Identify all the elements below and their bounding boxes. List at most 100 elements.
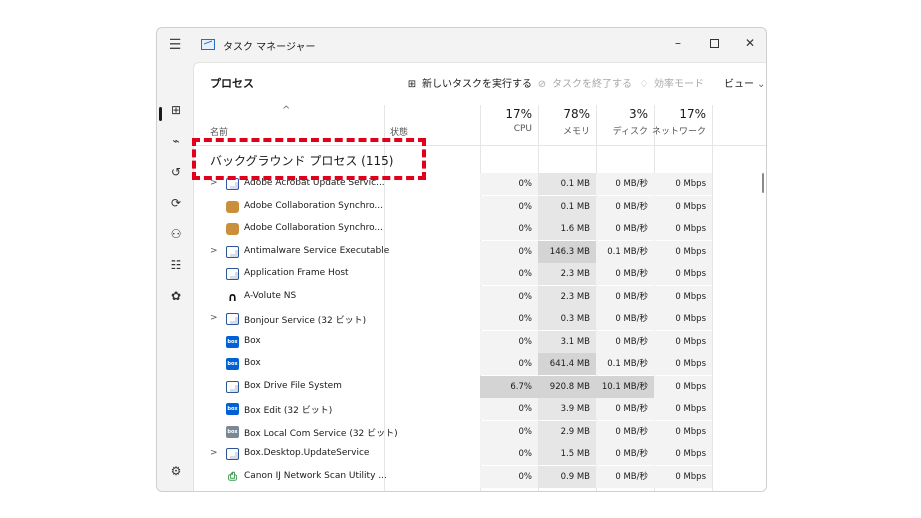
page-title: プロセス xyxy=(210,77,254,90)
expand-chevron-icon[interactable]: > xyxy=(210,246,220,256)
cpu-total[interactable]: 17% xyxy=(476,107,532,121)
table-row[interactable]: Box Drive File System 6.7% 920.8 MB 10.1 MB… xyxy=(194,375,766,398)
table-row[interactable]: > Antimalware Service Executable 0% 146.3 M… xyxy=(194,240,766,263)
cpu-cell: 0% xyxy=(480,398,538,420)
processes-icon[interactable]: ⊞ xyxy=(165,99,187,121)
app-history-icon[interactable]: ↺ xyxy=(165,161,187,183)
table-row[interactable]: box Box Edit (32 ビット) 0% 3.9 MB 0 MB/秒 0 Mbps xyxy=(194,398,766,420)
disk-cell: 0 MB/秒 xyxy=(596,285,654,308)
column-header-status[interactable]: 状態 xyxy=(390,125,408,138)
window-frame-icon xyxy=(226,313,239,325)
task-manager-app-icon xyxy=(201,39,215,50)
process-name: Bonjour Service (32 ビット) xyxy=(244,316,367,326)
disk-cell: 0 MB/秒 xyxy=(596,330,654,353)
highlight-annotation xyxy=(192,138,426,180)
process-name: Adobe Collaboration Synchro... xyxy=(244,223,383,233)
command-bar: プロセス ⊞ 新しいタスクを実行する ⊘ タスクを終了する ♢ 効率モード ビュー ⌄ xyxy=(194,63,766,95)
chevron-down-icon: ⌄ xyxy=(757,79,766,90)
process-name: Box xyxy=(244,335,261,346)
process-name: Box Edit (32 ビット) xyxy=(244,406,333,416)
disk-total[interactable]: 3% xyxy=(592,107,648,121)
disk-cell: 0 MB/秒 xyxy=(596,398,654,420)
process-name: Box Local Com Service (32 ビット) xyxy=(244,428,398,439)
new-task-button[interactable]: ⊞ 新しいタスクを実行する xyxy=(406,75,532,90)
window-frame-icon xyxy=(226,245,239,258)
efficiency-mode-label: 効率モード xyxy=(654,79,704,90)
network-cell: 0 Mbps xyxy=(654,420,712,443)
network-cell: 0 Mbps xyxy=(654,443,712,465)
avolute-icon: ∩ xyxy=(227,289,238,304)
window-title: タスク マネージャー xyxy=(223,42,316,53)
table-row[interactable]: > Bonjour Service (32 ビット) 0% 0.3 MB 0 MB/秒 0… xyxy=(194,308,766,330)
network-cell: 0 Mbps xyxy=(654,173,712,195)
table-row[interactable]: ⎙ Canon IJ Network Scan Utility ... 0% 0.9 … xyxy=(194,465,766,488)
services-icon[interactable]: ✿ xyxy=(165,285,187,307)
column-header-memory[interactable]: メモリ xyxy=(534,124,590,137)
table-row[interactable]: > Box.Desktop.UpdateService 0% 1.5 MB 0 MB/秒… xyxy=(194,443,766,465)
cpu-cell: 6.7% xyxy=(480,375,538,398)
table-row[interactable]: box Box Local Com Service (32 ビット) 0% 2.9 M… xyxy=(194,420,766,443)
table-row[interactable]: box Box 0% 3.1 MB 0 MB/秒 0 Mbps xyxy=(194,330,766,353)
table-row[interactable]: box Box 0% 641.4 MB 0.1 MB/秒 0 Mbps xyxy=(194,353,766,375)
menu-icon[interactable]: ☰ xyxy=(167,37,183,53)
table-row[interactable]: ∩ A-Volute NS 0% 2.3 MB 0 MB/秒 0 Mbps xyxy=(194,285,766,308)
users-icon[interactable]: ⚇ xyxy=(165,223,187,245)
cpu-cell: 0% xyxy=(480,443,538,465)
table-row[interactable]: Adobe Collaboration Synchro... 0% 1.6 MB 0 … xyxy=(194,218,766,240)
end-task-label: タスクを終了する xyxy=(552,79,632,90)
expand-chevron-icon[interactable]: > xyxy=(210,313,220,323)
performance-icon[interactable]: ⌁ xyxy=(165,130,187,152)
expand-chevron-icon[interactable]: > xyxy=(210,448,220,458)
memory-cell: 3.1 MB xyxy=(538,330,596,353)
disk-cell: 0 MB/秒 xyxy=(596,308,654,330)
network-cell: 0 Mbps xyxy=(654,398,712,420)
maximize-icon xyxy=(709,39,719,48)
box-app-icon: box xyxy=(226,403,239,415)
cpu-cell: 0% xyxy=(480,173,538,195)
column-header-name[interactable]: 名前 xyxy=(210,125,228,138)
sidebar-nav: ⊞ ⌁ ↺ ⟳ ⚇ ☷ ✿ ⚙ xyxy=(157,62,193,491)
memory-cell: 2.9 MB xyxy=(538,420,596,443)
process-name: A-Volute NS xyxy=(244,290,297,301)
leaf-icon: ♢ xyxy=(639,79,649,90)
network-cell: 0 Mbps xyxy=(654,285,712,308)
details-icon[interactable]: ☷ xyxy=(165,254,187,276)
memory-cell: 1.5 MB xyxy=(538,443,596,465)
process-name: Box Drive File System xyxy=(244,380,342,391)
network-total[interactable]: 17% xyxy=(650,107,706,121)
process-name: Antimalware Service Executable xyxy=(244,245,390,256)
end-task-button[interactable]: ⊘ タスクを終了する xyxy=(536,75,632,90)
new-task-label: 新しいタスクを実行する xyxy=(422,79,532,90)
view-button[interactable]: ビュー ⌄ xyxy=(724,75,765,90)
cpu-cell: 0% xyxy=(480,465,538,488)
settings-icon[interactable]: ⚙ xyxy=(165,460,187,482)
cpu-cell: 0% xyxy=(480,285,538,308)
cpu-cell: 0% xyxy=(480,240,538,263)
network-cell: 0 Mbps xyxy=(654,330,712,353)
maximize-button[interactable] xyxy=(695,28,733,58)
startup-icon[interactable]: ⟳ xyxy=(165,192,187,214)
memory-cell: 146.3 MB xyxy=(538,240,596,263)
efficiency-mode-button[interactable]: ♢ 効率モード xyxy=(638,75,704,90)
package-icon xyxy=(226,223,239,235)
table-row[interactable]: Adobe Collaboration Synchro... 0% 0.1 MB 0 … xyxy=(194,195,766,218)
cpu-cell: 0% xyxy=(480,218,538,240)
cpu-cell: 0% xyxy=(480,263,538,285)
cpu-cell: 0% xyxy=(480,308,538,330)
memory-total[interactable]: 78% xyxy=(534,107,590,121)
memory-cell: 0.1 MB xyxy=(538,173,596,195)
scrollbar-thumb[interactable] xyxy=(762,173,764,193)
scanner-icon: ⎙ xyxy=(228,469,237,483)
cpu-cell: 0% xyxy=(480,195,538,218)
network-cell: 0 Mbps xyxy=(654,195,712,218)
network-cell: 0 Mbps xyxy=(654,263,712,285)
minimize-button[interactable]: – xyxy=(659,28,697,58)
table-row[interactable]: Application Frame Host 0% 2.3 MB 0 MB/秒 0 Mb… xyxy=(194,263,766,285)
network-cell: 0 Mbps xyxy=(654,353,712,375)
column-header-network[interactable]: ネットワーク xyxy=(650,124,706,137)
column-header-cpu[interactable]: CPU xyxy=(476,124,532,134)
close-button[interactable]: ✕ xyxy=(731,28,766,58)
cpu-cell: 0% xyxy=(480,353,538,375)
column-header-disk[interactable]: ディスク xyxy=(592,124,648,137)
memory-cell: 1.6 MB xyxy=(538,218,596,240)
